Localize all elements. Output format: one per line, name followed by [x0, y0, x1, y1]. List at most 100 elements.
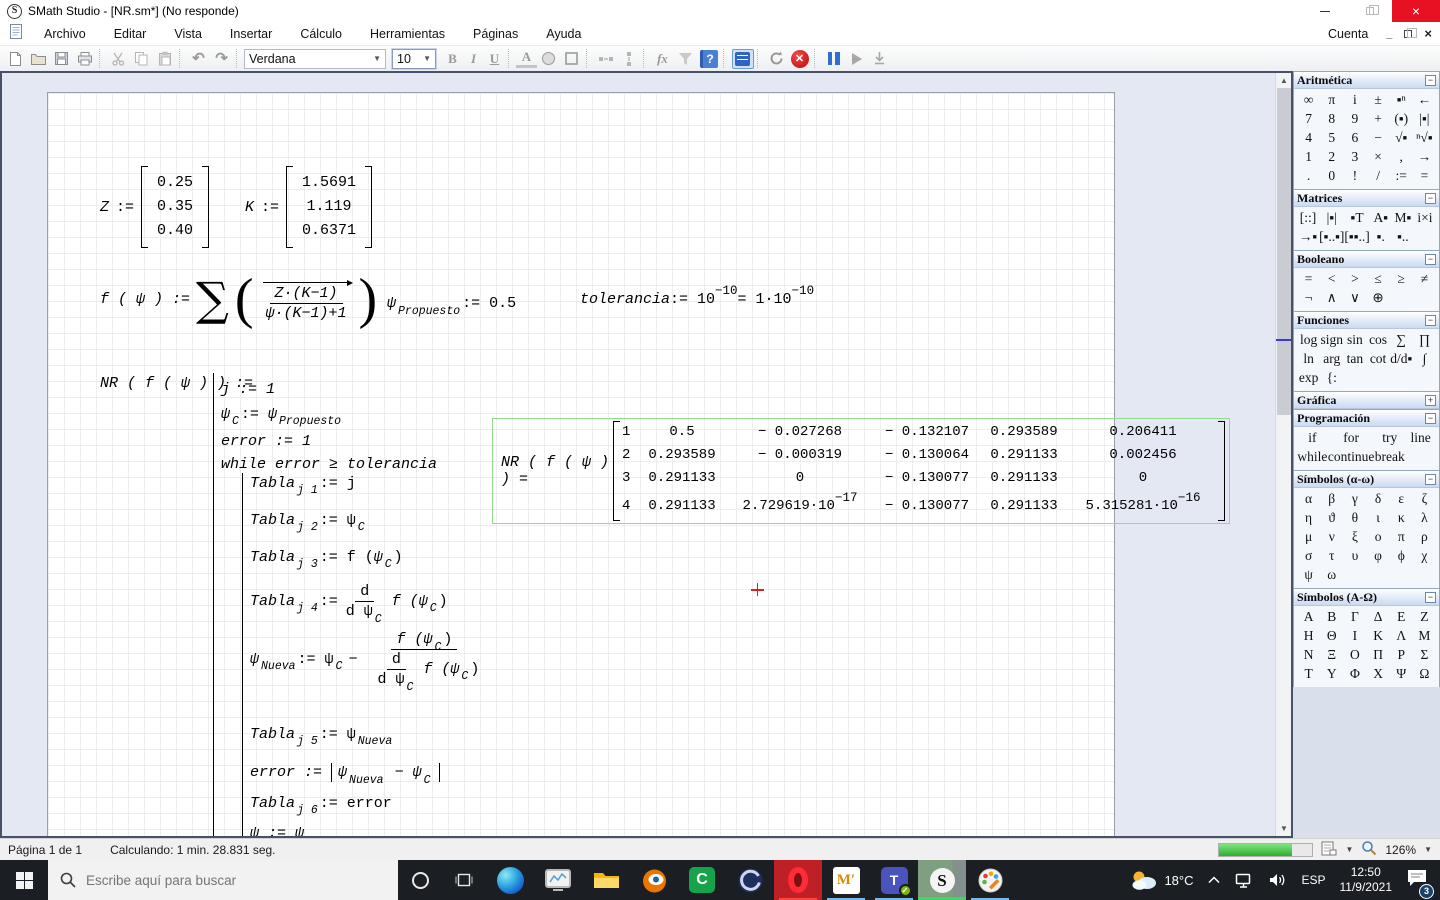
panel-header[interactable]: Símbolos (Α-Ω) − [1294, 589, 1439, 606]
new-file-button[interactable] [4, 48, 27, 69]
palette-button[interactable]: Ι [1343, 627, 1366, 645]
taskbar-search[interactable] [48, 860, 398, 900]
menu-item[interactable]: Archivo [30, 27, 100, 41]
palette-button[interactable]: |▪| [1413, 110, 1436, 128]
palette-button[interactable]: ! [1343, 167, 1366, 185]
paste-button[interactable] [153, 48, 176, 69]
palette-button[interactable]: d/d▪ [1390, 350, 1413, 368]
palette-button[interactable]: Ω [1413, 665, 1436, 683]
palette-button[interactable]: φ [1366, 547, 1389, 565]
vertical-scrollbar[interactable]: ▲ ▼ [1275, 73, 1292, 836]
palette-button[interactable]: A▪ [1370, 209, 1392, 227]
panel-collapse-button[interactable]: − [1425, 74, 1436, 86]
palette-button[interactable]: ∏ [1413, 331, 1436, 349]
palette-button[interactable]: ≤ [1366, 270, 1389, 288]
undo-icon[interactable]: ↶ [187, 48, 210, 69]
palette-button[interactable]: →▪ [1297, 228, 1319, 246]
taskbar-app-mathcad[interactable]: M′ [822, 860, 870, 900]
palette-button[interactable]: 5 [1320, 129, 1343, 147]
palette-button[interactable]: ▪T [1344, 209, 1369, 227]
palette-button[interactable]: = [1297, 270, 1320, 288]
palette-button[interactable]: θ [1343, 509, 1366, 527]
panel-header[interactable]: Aritmética − [1294, 72, 1439, 89]
palette-button[interactable]: Τ [1297, 665, 1320, 683]
palette-button[interactable]: σ [1297, 547, 1320, 565]
palette-button[interactable]: 4 [1297, 129, 1320, 147]
task-view-button[interactable] [442, 860, 486, 900]
panel-collapse-button[interactable]: − [1425, 591, 1436, 603]
palette-button[interactable]: ρ [1413, 528, 1436, 546]
recalculate-icon[interactable] [765, 48, 788, 69]
palette-button[interactable]: Σ [1413, 646, 1436, 664]
palette-button[interactable]: |▪| [1319, 209, 1344, 227]
panel-collapse-button[interactable]: + [1425, 394, 1436, 406]
function-insert-button[interactable]: fx [651, 48, 674, 69]
menu-item[interactable]: Vista [160, 27, 216, 41]
palette-button[interactable]: γ [1343, 490, 1366, 508]
palette-button[interactable]: log [1297, 331, 1320, 349]
palette-button[interactable]: δ [1366, 490, 1389, 508]
palette-button[interactable]: M▪ [1392, 209, 1414, 227]
palette-button[interactable]: [▪..▪] [1319, 228, 1344, 246]
palette-button[interactable]: ¬ [1297, 289, 1320, 307]
panel-header[interactable]: Programación − [1294, 410, 1439, 427]
expression-k-matrix[interactable]: K:= 1.5691 1.119 0.6371 [245, 166, 373, 248]
palette-button[interactable]: > [1343, 270, 1366, 288]
volume-button[interactable] [1261, 860, 1294, 900]
palette-button[interactable]: ≥ [1390, 270, 1413, 288]
panel-header[interactable]: Gráfica + [1294, 392, 1439, 409]
palette-button[interactable]: Ε [1390, 608, 1413, 626]
play-button[interactable] [845, 48, 868, 69]
palette-button[interactable]: < [1320, 270, 1343, 288]
palette-button[interactable]: i×i [1414, 209, 1436, 227]
palette-button[interactable]: exp [1297, 369, 1320, 387]
mdi-close-button[interactable]: × [1424, 26, 1432, 41]
cortana-button[interactable] [398, 860, 442, 900]
panel-collapse-button[interactable]: − [1425, 473, 1436, 485]
palette-button[interactable]: ∑ [1390, 331, 1413, 349]
font-family-select[interactable]: Verdana ▼ [244, 48, 386, 69]
palette-button[interactable]: cot [1366, 350, 1389, 368]
palette-button[interactable]: ο [1366, 528, 1389, 546]
close-button[interactable]: × [1392, 0, 1440, 22]
palette-button[interactable]: ∧ [1320, 289, 1343, 307]
palette-button[interactable]: ϕ [1390, 547, 1413, 565]
taskbar-app-microsoft-edge[interactable] [486, 860, 534, 900]
scrollbar-thumb[interactable] [1277, 88, 1291, 415]
palette-button[interactable]: + [1366, 110, 1389, 128]
font-color-button[interactable]: A [516, 49, 537, 68]
panel-header[interactable]: Booleano − [1294, 251, 1439, 268]
palette-button[interactable]: Θ [1320, 627, 1343, 645]
panel-collapse-button[interactable]: − [1425, 192, 1436, 204]
underline-button[interactable]: U [484, 51, 505, 67]
palette-button[interactable]: Β [1320, 608, 1343, 626]
palette-button[interactable]: ≠ [1413, 270, 1436, 288]
start-button[interactable] [0, 860, 48, 900]
palette-button[interactable]: ξ [1343, 528, 1366, 546]
palette-button[interactable]: tan [1343, 350, 1366, 368]
expression-f-definition[interactable]: f ( ψ ) := ∑ ( Z·(K−1) ψ·(K−1)+1 ) [100, 269, 377, 329]
side-panel-toggle-button[interactable] [731, 48, 754, 69]
panel-header[interactable]: Funciones − [1294, 312, 1439, 329]
palette-button[interactable]: ϑ [1320, 509, 1343, 527]
taskbar-app-file-explorer[interactable] [582, 860, 630, 900]
network-button[interactable] [1228, 860, 1261, 900]
expression-z-matrix[interactable]: Z:= 0.25 0.35 0.40 [100, 166, 210, 248]
palette-button[interactable]: υ [1343, 547, 1366, 565]
while-body-block[interactable]: Tabla j 1:= j Tabla j 2:= ψC Tabla j 3:= f … [242, 473, 479, 836]
palette-button[interactable]: Α [1297, 608, 1320, 626]
font-size-select[interactable]: 10 ▼ [392, 48, 436, 69]
chevron-down-icon[interactable]: ▼ [1424, 845, 1432, 854]
palette-button[interactable]: Υ [1320, 665, 1343, 683]
palette-button[interactable]: 0 [1320, 167, 1343, 185]
menu-item[interactable]: Herramientas [356, 27, 459, 41]
palette-button[interactable]: ∞ [1297, 91, 1320, 109]
worksheet-canvas[interactable]: Z:= 0.25 0.35 0.40 K:= 1.5691 1.119 0.6371 f… [2, 73, 1275, 836]
pause-button[interactable] [822, 48, 845, 69]
palette-button[interactable]: (▪) [1390, 110, 1413, 128]
palette-button[interactable]: ι [1366, 509, 1389, 527]
palette-button[interactable]: = [1413, 167, 1436, 185]
taskbar-app-cinema-4d[interactable] [726, 860, 774, 900]
palette-button[interactable]: Λ [1390, 627, 1413, 645]
expression-psi-propuesto[interactable]: ψ Propuesto:= 0.5 [387, 295, 516, 318]
